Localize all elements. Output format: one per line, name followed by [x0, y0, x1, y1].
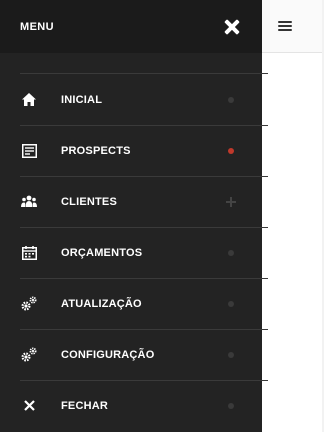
drawer-title: MENU: [20, 20, 54, 33]
menu-item-atualizacao[interactable]: ATUALIZAÇÃO: [0, 278, 268, 329]
calendar-icon: [21, 245, 37, 261]
menu-item-inicial[interactable]: INICIAL: [0, 74, 262, 125]
menu-item-label: CONFIGURAÇÃO: [61, 348, 155, 361]
menu-item-fechar[interactable]: FECHAR: [0, 380, 268, 431]
status-dot-active: [224, 144, 238, 158]
status-dot: [224, 93, 238, 107]
menu-item-label: ATUALIZAÇÃO: [61, 297, 142, 310]
status-dot: [224, 399, 238, 413]
gears-icon: [21, 296, 37, 312]
drawer-header: MENU: [0, 0, 262, 53]
menu-item-label: CLIENTES: [61, 195, 117, 208]
menu-item-configuracao[interactable]: CONFIGURAÇÃO: [0, 329, 268, 380]
home-icon: [21, 92, 37, 108]
menu-item-label: PROSPECTS: [61, 144, 131, 157]
drawer-menu: INICIAL PROSPECTS CLIENTES ORÇAMENTOS AT…: [0, 73, 268, 431]
status-dot: [224, 348, 238, 362]
side-drawer: MENU INICIAL PROSPECTS CLIENTES ORÇAMENT…: [0, 0, 268, 432]
close-icon: [21, 398, 37, 414]
menu-item-orcamentos[interactable]: ORÇAMENTOS: [0, 227, 268, 278]
page-content: [262, 0, 324, 432]
page-topbar: [262, 0, 324, 53]
menu-item-clientes[interactable]: CLIENTES: [0, 176, 268, 227]
menu-item-label: INICIAL: [61, 93, 103, 106]
document-icon: [21, 143, 37, 159]
menu-item-prospects[interactable]: PROSPECTS: [0, 125, 268, 176]
status-dot: [224, 246, 238, 260]
menu-item-label: FECHAR: [61, 399, 109, 412]
plus-icon[interactable]: [224, 195, 238, 209]
close-icon[interactable]: [224, 19, 240, 35]
menu-item-label: ORÇAMENTOS: [61, 246, 143, 259]
hamburger-icon[interactable]: [278, 21, 292, 31]
status-dot: [224, 297, 238, 311]
users-icon: [21, 194, 37, 210]
gears-icon: [21, 347, 37, 363]
